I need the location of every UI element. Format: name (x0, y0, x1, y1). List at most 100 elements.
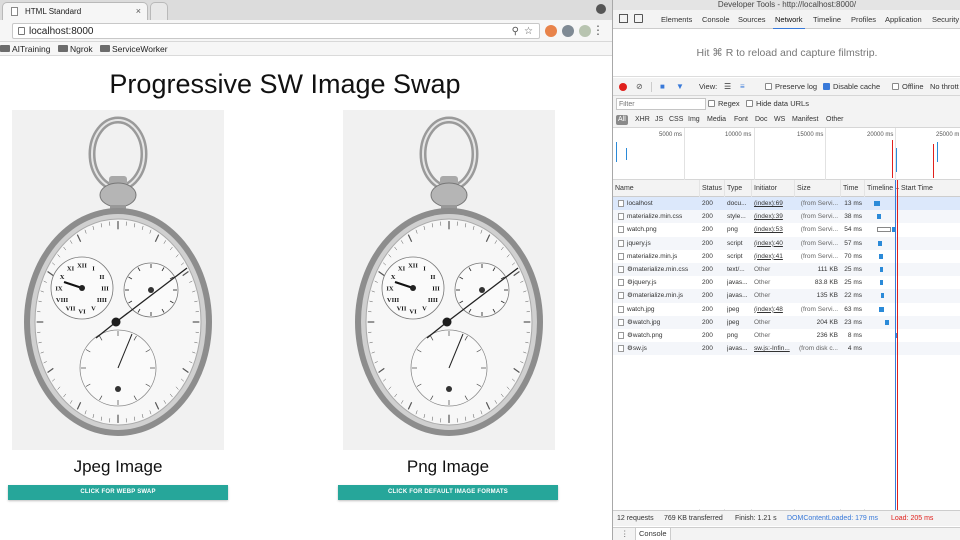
drawer-bar: ⋮ Console (613, 527, 960, 540)
filter-font[interactable]: Font (734, 112, 748, 128)
column-status[interactable]: Status (699, 180, 722, 197)
drawer-menu-icon[interactable]: ⋮ (621, 528, 629, 540)
roman-numeral: VI (409, 309, 417, 316)
browser-tab[interactable]: HTML Standard × (2, 2, 148, 20)
overview-gridline (825, 128, 826, 180)
request-initiator[interactable]: (index):41 (754, 250, 792, 263)
filter-doc[interactable]: Doc (755, 112, 767, 128)
page-info-icon[interactable] (18, 27, 25, 35)
inspect-icon[interactable] (619, 14, 628, 23)
request-time: 4 ms (847, 345, 862, 353)
request-initiator[interactable]: (index):69 (754, 197, 792, 210)
column-timeline[interactable]: Timeline – Start Time (864, 180, 933, 197)
tab-title: HTML Standard (25, 7, 82, 16)
regex-checkbox[interactable] (708, 100, 715, 107)
filter-css[interactable]: CSS (669, 112, 683, 128)
tab-elements[interactable]: Elements (661, 15, 692, 25)
column-size[interactable]: Size (794, 180, 811, 197)
extension-icon[interactable] (562, 25, 574, 37)
hand-pivot (410, 285, 416, 291)
roman-numeral: XI (67, 266, 75, 273)
bookmark-folder[interactable]: ServiceWorker (100, 43, 168, 55)
record-icon[interactable] (619, 83, 627, 91)
table-row[interactable]: ⚙jquery.js 200 javas... Other 83.8 KB 25 ms (613, 276, 960, 289)
column-name[interactable]: Name (613, 180, 634, 197)
tab-timeline[interactable]: Timeline (813, 15, 841, 25)
overview-tick: 25000 m (936, 132, 960, 138)
request-initiator[interactable]: sw.js:-Infin... (754, 342, 792, 355)
tab-security[interactable]: Security (932, 15, 959, 25)
filter-ws[interactable]: WS (774, 112, 785, 128)
request-initiator[interactable]: (index):53 (754, 223, 792, 236)
profile-icon[interactable] (596, 4, 606, 14)
filter-input[interactable] (616, 98, 706, 110)
request-initiator[interactable]: (index):39 (754, 210, 792, 223)
preserve-log-checkbox[interactable] (765, 83, 772, 90)
request-size: 135 KB (816, 292, 838, 300)
table-row[interactable]: ⚙sw.js 200 javas... sw.js:-Infin... (from di… (613, 342, 960, 356)
table-row[interactable]: watch.png 200 png (index):53 (from Servi... 5… (613, 223, 960, 236)
network-summary-bar: 12 requests 769 KB transferred Finish: 1… (613, 510, 960, 526)
request-size: (from Servi... (800, 239, 838, 247)
tab-profiles[interactable]: Profiles (851, 15, 876, 25)
large-rows-icon[interactable]: ☰ (724, 83, 731, 91)
request-initiator[interactable]: (index):48 (754, 303, 792, 316)
search-icon[interactable]: ⚲ (512, 25, 519, 38)
request-name: ⚙jquery.js (627, 279, 657, 287)
tab-sources[interactable]: Sources (738, 15, 766, 25)
filter-other[interactable]: Other (826, 112, 844, 128)
bookmark-star-icon[interactable]: ☆ (524, 25, 533, 38)
capture-screenshots-icon[interactable]: ■ (660, 83, 665, 91)
table-row[interactable]: ⚙materialize.min.js 200 javas... Other 135 K… (613, 289, 960, 303)
waterfall-bar (877, 214, 881, 220)
filter-js[interactable]: JS (655, 112, 663, 128)
table-row[interactable]: localhost 200 docu... (index):69 (from Servi… (613, 197, 960, 211)
column-initiator[interactable]: Initiator (751, 180, 777, 197)
tab-application[interactable]: Application (885, 15, 922, 25)
tab-console[interactable]: Console (702, 15, 730, 25)
filter-img[interactable]: Img (688, 112, 700, 128)
network-overview[interactable]: 5000 ms 10000 ms 15000 ms 20000 ms 25000… (613, 128, 960, 180)
address-bar[interactable]: localhost:8000 ⚲ ☆ (12, 23, 540, 39)
request-initiator[interactable]: (index):40 (754, 237, 792, 250)
default-format-button[interactable]: CLICK FOR DEFAULT IMAGE FORMATS (338, 485, 558, 500)
filter-all[interactable]: All (616, 115, 628, 125)
table-row[interactable]: materialize.min.css 200 style... (index):39… (613, 210, 960, 224)
roman-numeral: II (99, 274, 105, 281)
roman-numeral: XII (77, 263, 87, 270)
table-row[interactable]: watch.jpg 200 jpeg (index):48 (from Servi...… (613, 303, 960, 316)
new-tab-button[interactable] (150, 2, 168, 20)
table-row[interactable]: ⚙watch.jpg 200 jpeg Other 204 KB 23 ms (613, 315, 960, 329)
filter-icon[interactable]: ▼ (676, 83, 684, 91)
device-mode-icon[interactable] (634, 14, 643, 23)
request-size: 236 KB (816, 332, 838, 339)
tab-network[interactable]: Network (773, 15, 805, 30)
column-type[interactable]: Type (724, 180, 742, 197)
close-tab-icon[interactable]: × (136, 3, 141, 20)
webp-swap-button[interactable]: CLICK FOR WEBP SWAP (8, 485, 228, 500)
drawer-console-tab[interactable]: Console (635, 528, 671, 540)
bookmark-folder[interactable]: AITraining (0, 43, 50, 55)
menu-icon[interactable]: ⋮ (592, 23, 604, 37)
overview-icon[interactable]: ≡ (740, 83, 745, 91)
request-type: script (727, 252, 743, 260)
clear-icon[interactable]: ⊘ (636, 83, 643, 91)
overview-load-mark (933, 144, 934, 178)
filter-xhr[interactable]: XHR (635, 112, 650, 128)
bookmark-folder[interactable]: Ngrok (58, 43, 93, 55)
extension-icon[interactable] (579, 25, 591, 37)
disable-cache-checkbox[interactable] (823, 83, 830, 90)
hide-data-urls-checkbox[interactable] (746, 100, 753, 107)
table-row[interactable]: ⚙watch.png 200 png Other 236 KB 8 ms (613, 329, 960, 342)
filter-manifest[interactable]: Manifest (792, 112, 818, 128)
table-row[interactable]: materialize.min.js 200 script (index):41 (fr… (613, 250, 960, 263)
column-time[interactable]: Time (840, 180, 858, 197)
table-row[interactable]: ⚙materialize.min.css 200 text/... Other 111 … (613, 263, 960, 277)
filter-media[interactable]: Media (707, 112, 726, 128)
offline-checkbox[interactable] (892, 83, 899, 90)
throttling-select[interactable]: No thrott (930, 78, 959, 96)
request-time: 38 ms (844, 213, 862, 221)
table-row[interactable]: jquery.js 200 script (index):40 (from Servi.… (613, 236, 960, 250)
extension-icon[interactable] (545, 25, 557, 37)
request-size: 111 KB (817, 266, 838, 273)
